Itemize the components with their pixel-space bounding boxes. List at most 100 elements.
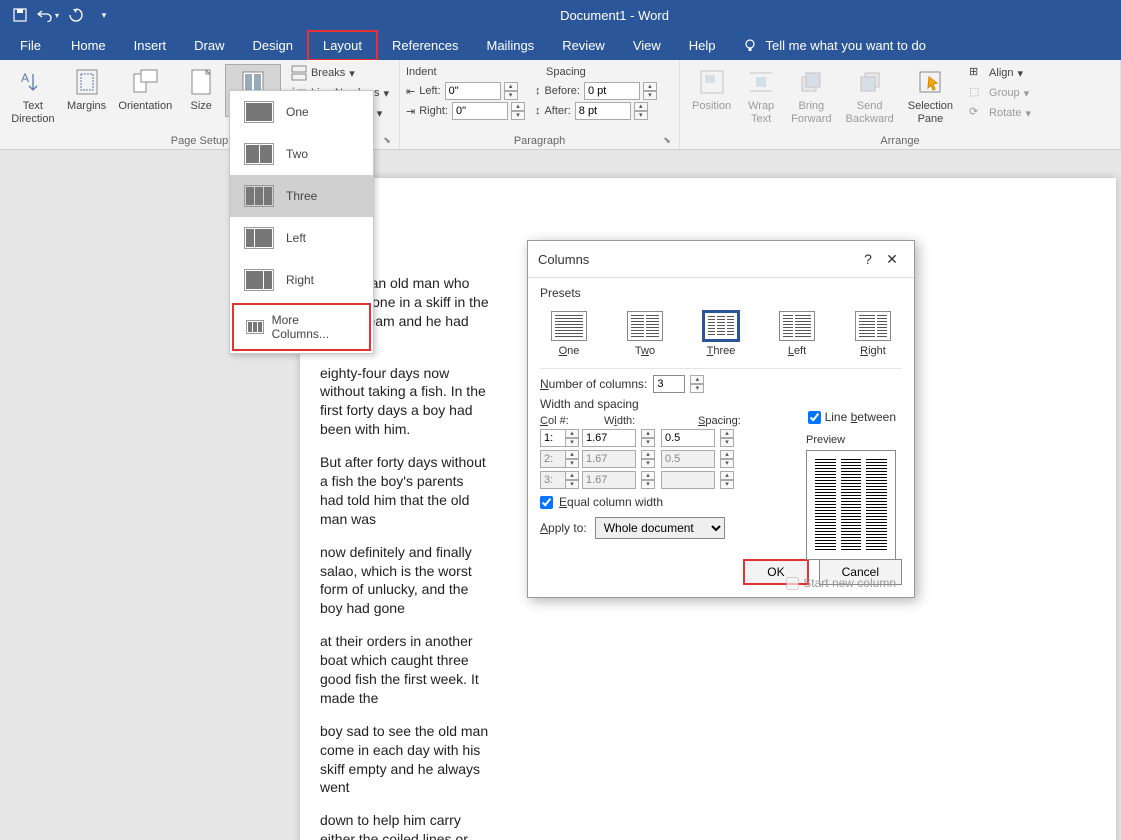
start-new-label: Start new column (803, 576, 896, 590)
col-spacing-input (661, 471, 715, 489)
tab-draw[interactable]: Draw (180, 32, 238, 59)
redo-icon[interactable] (64, 3, 88, 27)
page-setup-label: Page Setup (171, 135, 229, 147)
menu-bar: File Home Insert Draw Design Layout Refe… (0, 30, 1121, 60)
selection-pane-button[interactable]: Selection Pane (902, 64, 959, 128)
size-icon (185, 66, 217, 98)
group-button[interactable]: ⬚Group ▾ (965, 84, 1035, 102)
col-width-input[interactable] (582, 429, 636, 447)
equal-width-checkbox[interactable] (540, 496, 553, 509)
preset-one[interactable]: OOnene (548, 308, 590, 360)
line-between-label: Line between (825, 410, 896, 424)
selection-pane-icon (914, 66, 946, 98)
bring-forward-button[interactable]: Bring Forward (785, 64, 837, 128)
tab-file[interactable]: File (4, 32, 57, 59)
position-icon (696, 66, 728, 98)
preset-two[interactable]: Two (624, 308, 666, 360)
columns-dialog: Columns ? ✕ Presets OOnene Two Three Lef… (527, 240, 915, 598)
tab-design[interactable]: Design (239, 32, 307, 59)
tab-references[interactable]: References (378, 32, 472, 59)
bring-forward-icon (795, 66, 827, 98)
breaks-icon (291, 65, 307, 81)
rotate-button[interactable]: ⟳Rotate ▾ (965, 104, 1035, 122)
wrap-text-button[interactable]: Wrap Text (739, 64, 783, 128)
wrap-text-icon (745, 66, 777, 98)
col-num-input[interactable] (540, 429, 566, 447)
tab-view[interactable]: View (619, 32, 675, 59)
send-backward-icon (854, 66, 886, 98)
columns-dropdown: One Two Three Left Right More Columns... (229, 90, 374, 354)
quick-access-toolbar: ▾ ▾ (8, 3, 116, 27)
tab-mailings[interactable]: Mailings (473, 32, 549, 59)
margins-icon (71, 66, 103, 98)
orientation-icon (129, 66, 161, 98)
align-button[interactable]: ⊞Align ▾ (965, 64, 1035, 82)
num-cols-label: Number of columns: (540, 377, 647, 391)
columns-two[interactable]: Two (230, 133, 373, 175)
columns-right[interactable]: Right (230, 259, 373, 301)
start-new-checkbox (786, 577, 799, 590)
col-width-input (582, 450, 636, 468)
svg-text:A: A (21, 71, 29, 85)
preset-right[interactable]: Right (852, 308, 894, 360)
breaks-button[interactable]: Breaks ▾ (287, 64, 393, 82)
more-columns[interactable]: More Columns... (232, 303, 371, 351)
indent-left-input[interactable] (445, 82, 501, 100)
margins-button[interactable]: Margins (62, 64, 112, 115)
title-bar: ▾ ▾ Document1 - Word (0, 0, 1121, 30)
tab-review[interactable]: Review (548, 32, 619, 59)
width-spacing-label: Width and spacing (540, 397, 902, 411)
dialog-title: Columns (538, 252, 856, 267)
text-direction-button[interactable]: A Text Direction (6, 64, 60, 128)
rotate-icon: ⟳ (969, 105, 985, 121)
tab-insert[interactable]: Insert (120, 32, 181, 59)
preset-three[interactable]: Three (700, 308, 742, 360)
line-between-checkbox[interactable] (808, 411, 821, 424)
tell-me[interactable]: Tell me what you want to do (742, 37, 926, 53)
ribbon: A Text Direction Margins Orientation Siz… (0, 60, 1121, 150)
page-setup-launcher[interactable]: ⬊ (381, 135, 393, 147)
preview-label: Preview (806, 434, 896, 446)
spacing-before-icon: ↕ (535, 85, 541, 97)
spacing-before-input[interactable] (584, 82, 640, 100)
arrange-label: Arrange (880, 135, 919, 147)
position-button[interactable]: Position (686, 64, 737, 115)
send-backward-button[interactable]: Send Backward (839, 64, 899, 128)
text-direction-icon: A (17, 66, 49, 98)
undo-icon[interactable]: ▾ (36, 3, 60, 27)
window-title: Document1 - Word (116, 8, 1113, 23)
size-button[interactable]: Size (179, 64, 223, 115)
tab-help[interactable]: Help (675, 32, 730, 59)
apply-to-select[interactable]: Whole document (595, 517, 725, 539)
indent-left-icon: ⇤ (406, 85, 415, 98)
col-spacing-input (661, 450, 715, 468)
col-header: Col #: (540, 415, 580, 427)
qat-customize-icon[interactable]: ▾ (92, 3, 116, 27)
paragraph-label: Paragraph (514, 135, 565, 147)
width-header: Width: (604, 415, 674, 427)
spacing-after-input[interactable] (575, 102, 631, 120)
orientation-button[interactable]: Orientation (113, 64, 177, 115)
columns-one[interactable]: One (230, 91, 373, 133)
dialog-help-button[interactable]: ? (856, 247, 880, 271)
preset-left[interactable]: Left (776, 308, 818, 360)
save-icon[interactable] (8, 3, 32, 27)
col-width-input (582, 471, 636, 489)
indent-right-input[interactable] (452, 102, 508, 120)
tell-me-label: Tell me what you want to do (766, 38, 926, 53)
col-spacing-input[interactable] (661, 429, 715, 447)
spacing-after-icon: ↕ (535, 105, 541, 117)
paragraph-launcher[interactable]: ⬊ (661, 135, 673, 147)
equal-width-label: Equal column width (559, 495, 663, 509)
apply-to-label: Apply to: (540, 521, 587, 535)
tab-layout[interactable]: Layout (307, 30, 378, 61)
bulb-icon (742, 37, 758, 53)
preview-page (806, 450, 896, 560)
columns-three[interactable]: Three (230, 175, 373, 217)
num-cols-input[interactable] (653, 375, 685, 393)
spacing-header: Spacing: (698, 415, 741, 427)
dialog-close-button[interactable]: ✕ (880, 247, 904, 271)
tab-home[interactable]: Home (57, 32, 120, 59)
columns-left[interactable]: Left (230, 217, 373, 259)
group-icon: ⬚ (969, 85, 985, 101)
